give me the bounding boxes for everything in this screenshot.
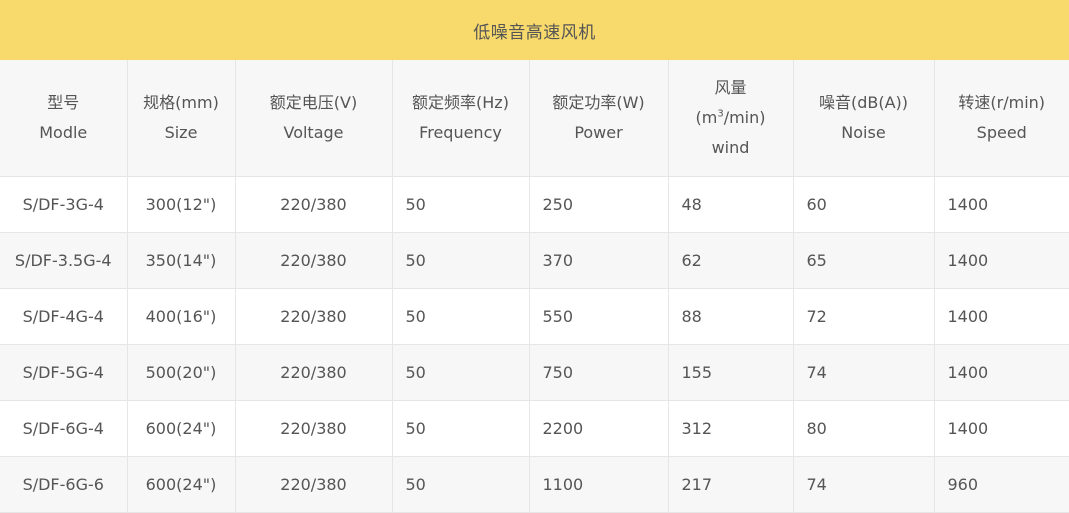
table-row: S/DF-6G-6 600(24") 220/380 50 1100 217 74 960 (0, 456, 1069, 513)
cell-speed: 1400 (934, 288, 1069, 345)
cell-frequency: 50 (392, 232, 530, 289)
header-size-cn: 规格(mm) (143, 93, 219, 112)
cell-speed: 1400 (934, 400, 1069, 457)
cell-power: 1100 (529, 456, 669, 513)
cell-size: 600(24") (127, 456, 236, 513)
cell-wind: 217 (668, 456, 794, 513)
cell-noise: 74 (793, 456, 935, 513)
cell-noise: 65 (793, 232, 935, 289)
header-noise: 噪音(dB(A)) Noise (793, 60, 935, 177)
cell-speed: 1400 (934, 176, 1069, 233)
cell-voltage: 220/380 (235, 400, 393, 457)
header-speed-cn: 转速(r/min) (958, 93, 1046, 112)
cell-power: 550 (529, 288, 669, 345)
cell-speed: 1400 (934, 232, 1069, 289)
cell-wind: 312 (668, 400, 794, 457)
header-model-cn: 型号 (47, 93, 80, 112)
table-row: S/DF-3G-4 300(12") 220/380 50 250 48 60 1400 (0, 176, 1069, 233)
header-frequency-cn: 额定频率(Hz) (412, 93, 509, 112)
table-title: 低噪音高速风机 (0, 0, 1069, 60)
header-wind: 风量 (m3/min) wind (668, 60, 794, 177)
cell-power: 250 (529, 176, 669, 233)
cell-voltage: 220/380 (235, 456, 393, 513)
cell-size: 600(24") (127, 400, 236, 457)
header-wind-unit: (m3/min) (669, 103, 793, 133)
cell-speed: 960 (934, 456, 1069, 513)
cell-noise: 74 (793, 344, 935, 401)
header-voltage: 额定电压(V) Voltage (235, 60, 393, 177)
header-model-en: Modle (39, 123, 88, 142)
cell-frequency: 50 (392, 176, 530, 233)
cell-model: S/DF-3.5G-4 (0, 232, 128, 289)
table-body: S/DF-3G-4 300(12") 220/380 50 250 48 60 1400 S/D… (0, 176, 1069, 513)
header-wind-unit-post: /min) (723, 108, 766, 127)
cell-frequency: 50 (392, 288, 530, 345)
header-wind-cn: 风量 (714, 78, 747, 97)
table-row: S/DF-6G-4 600(24") 220/380 50 2200 312 80 1400 (0, 400, 1069, 457)
cell-noise: 60 (793, 176, 935, 233)
cell-noise: 80 (793, 400, 935, 457)
header-power: 额定功率(W) Power (529, 60, 669, 177)
header-power-cn: 额定功率(W) (552, 93, 645, 112)
cell-power: 2200 (529, 400, 669, 457)
cell-size: 500(20") (127, 344, 236, 401)
cell-frequency: 50 (392, 344, 530, 401)
header-frequency: 额定频率(Hz) Frequency (392, 60, 530, 177)
cell-model: S/DF-6G-6 (0, 456, 128, 513)
title-row: 低噪音高速风机 (0, 0, 1069, 60)
cell-power: 370 (529, 232, 669, 289)
header-row: 型号 Modle 规格(mm) Size 额定电压(V) Voltage 额定频… (0, 60, 1069, 177)
header-size-en: Size (164, 123, 198, 142)
cell-size: 300(12") (127, 176, 236, 233)
header-frequency-en: Frequency (419, 123, 502, 142)
cell-model: S/DF-5G-4 (0, 344, 128, 401)
cell-voltage: 220/380 (235, 344, 393, 401)
header-size: 规格(mm) Size (127, 60, 236, 177)
cell-voltage: 220/380 (235, 288, 393, 345)
header-noise-en: Noise (841, 123, 886, 142)
table-row: S/DF-4G-4 400(16") 220/380 50 550 88 72 1400 (0, 288, 1069, 345)
cell-speed: 1400 (934, 344, 1069, 401)
header-speed: 转速(r/min) Speed (934, 60, 1069, 177)
spec-table: 低噪音高速风机 型号 Modle 规格(mm) Size 额定电压(V) Vol… (0, 0, 1069, 513)
header-wind-unit-pre: (m (695, 108, 718, 127)
cell-model: S/DF-4G-4 (0, 288, 128, 345)
cell-wind: 155 (668, 344, 794, 401)
header-speed-en: Speed (976, 123, 1027, 142)
table-row: S/DF-5G-4 500(20") 220/380 50 750 155 74 1400 (0, 344, 1069, 401)
header-model: 型号 Modle (0, 60, 128, 177)
cell-wind: 88 (668, 288, 794, 345)
header-noise-cn: 噪音(dB(A)) (818, 93, 909, 112)
header-wind-en: wind (711, 138, 750, 157)
cell-frequency: 50 (392, 456, 530, 513)
cell-frequency: 50 (392, 400, 530, 457)
header-power-en: Power (574, 123, 623, 142)
header-voltage-cn: 额定电压(V) (269, 93, 358, 112)
cell-size: 400(16") (127, 288, 236, 345)
cell-model: S/DF-6G-4 (0, 400, 128, 457)
cell-size: 350(14") (127, 232, 236, 289)
cell-noise: 72 (793, 288, 935, 345)
header-voltage-en: Voltage (283, 123, 344, 142)
cell-wind: 48 (668, 176, 794, 233)
cell-model: S/DF-3G-4 (0, 176, 128, 233)
table-row: S/DF-3.5G-4 350(14") 220/380 50 370 62 65 1400 (0, 232, 1069, 289)
cell-wind: 62 (668, 232, 794, 289)
cell-voltage: 220/380 (235, 176, 393, 233)
cell-voltage: 220/380 (235, 232, 393, 289)
cell-power: 750 (529, 344, 669, 401)
